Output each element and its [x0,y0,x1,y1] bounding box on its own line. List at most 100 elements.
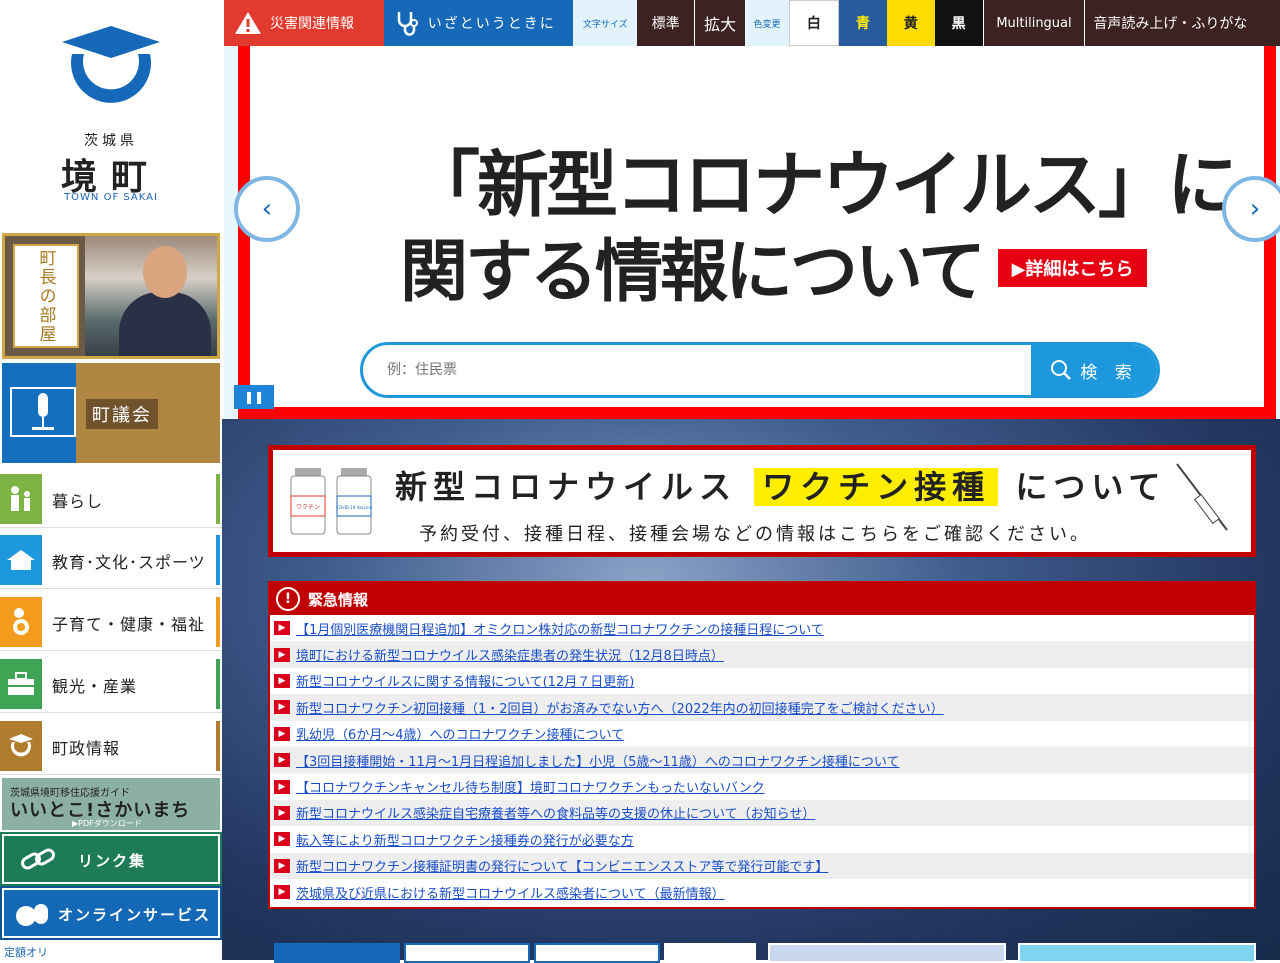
list-item: ▶ 【コロナワクチンキャンセル待ち制度】境町コロナワクチンもったいないバンク [270,773,1254,799]
chain-link-icon [21,848,55,870]
multilingual-button[interactable]: Multilingual [982,0,1085,46]
urgent-link[interactable]: 【3回目接種開始・11月～1月日程追加しました】小児（5歳〜11歳）へのコロナワ… [296,751,900,770]
disaster-info-button[interactable]: 災害関連情報 [224,0,384,46]
site-search: 検 索 [360,342,1160,398]
chevron-right-icon: › [1249,194,1261,224]
prefecture-name: 茨城県 [84,133,138,149]
nav-living-label: 暮らし [52,492,104,511]
town-logo[interactable]: 茨城県 境町 TOWN OF SAKAI [0,0,222,225]
color-yellow-button[interactable]: 黄 [886,0,935,46]
font-standard-button[interactable]: 標準 [637,0,696,46]
urgent-link[interactable]: 乳幼児（6か月〜4歳）へのコロナワクチン接種について [296,724,624,743]
arrow-right-icon: ▶ [274,647,290,662]
font-enlarge-button[interactable]: 拡大 [695,0,746,46]
arrow-right-icon: ▶ [274,779,290,794]
slider-pause-button[interactable]: ❚❚ [234,385,274,409]
urgent-link[interactable]: 新型コロナウイルス感染症自宅療養者等への食料品等の支援の休止について（お知らせ） [296,803,815,822]
color-white-button[interactable]: 白 [788,0,839,46]
chevron-left-icon: ‹ [261,194,273,224]
urgent-link[interactable]: 転入等により新型コロナワクチン接種券の発行が必要な方 [296,830,634,849]
council-banner[interactable]: 町議会 [2,363,220,463]
urgent-header: ! 緊急情報 [270,583,1254,615]
nav-government-label: 町政情報 [52,739,121,758]
nav-education[interactable]: 教育･文化･スポーツ [0,531,222,589]
links-button[interactable]: リンク集 [2,834,220,884]
search-button[interactable]: 検 索 [1031,345,1157,395]
list-item: ▶ 新型コロナワクチン接種証明書の発行について【コンビニエンスストア等で発行可能で… [270,852,1254,879]
vaccine-vials-icon: ワクチン COVID-19 Vaccine [290,468,373,535]
stethoscope-icon [397,12,418,36]
urgent-info-panel: ! 緊急情報 ▶ 【1月個別医療機関日程追加】オミクロン株対応の新型コロナワクチン… [268,581,1256,909]
sidebar-bottom-link[interactable]: 定額オリ [4,944,48,960]
voice-reading-button[interactable]: 音声読み上げ・ふりがな [1084,0,1280,46]
urgent-link[interactable]: 新型コロナウイルスに関する情報について(12月７日更新) [296,671,634,690]
nav-tourism-label: 観光・産業 [52,677,138,696]
online-service-button[interactable]: オンラインサービス [2,888,220,938]
slide-detail-button[interactable]: ▶詳細はこちら [998,249,1147,287]
mother-child-icon [0,597,42,647]
online-service-label: オンラインサービス [58,906,212,924]
urgent-list: ▶ 【1月個別医療機関日程追加】オミクロン株対応の新型コロナワクチンの接種日程につ… [270,615,1254,905]
disaster-info-label: 災害関連情報 [270,16,354,32]
vaccine-title-highlight: ワクチン接種 [754,468,999,506]
color-blue-button[interactable]: 青 [838,0,887,46]
vial1-label: ワクチン [296,504,320,511]
search-button-label: 検 索 [1080,362,1138,383]
nav-childcare-label: 子育て・健康・福祉 [52,615,206,634]
bottom-tile[interactable] [534,943,660,963]
bottom-tile[interactable] [274,943,400,963]
bottom-tile[interactable] [1018,943,1256,963]
left-column: 茨城県 境町 TOWN OF SAKAI 町長の部屋 町議会 暮らし 教育･文化… [0,0,222,960]
arrow-right-icon: ▶ [274,858,290,873]
arrow-right-icon: ▶ [274,726,290,741]
pause-icon: ❚❚ [243,390,265,404]
exclamation-icon: ! [276,587,300,611]
nav-tourism[interactable]: 観光・産業 [0,655,222,713]
bottom-tile[interactable] [664,943,756,963]
bottom-tile[interactable] [768,943,1006,963]
list-item: ▶ 【1月個別医療機関日程追加】オミクロン株対応の新型コロナワクチンの接種日程につ… [270,615,1254,641]
emergency-button[interactable]: いざというときに [383,0,574,46]
vaccine-title-b: について [1015,468,1167,506]
arrow-right-icon: ▶ [274,621,290,636]
list-item: ▶ 茨城県及び近県における新型コロナウイルス感染者について（最新情報） [270,879,1254,905]
vial2-label: COVID-19 Vaccine [336,505,373,510]
nav-living[interactable]: 暮らし [0,470,222,528]
arrow-right-icon: ▶ [274,805,290,820]
list-item: ▶ 新型コロナウイルス感染症自宅療養者等への食料品等の支援の休止について（お知らせ… [270,799,1254,827]
search-icon [1051,360,1072,380]
warning-icon [235,12,261,34]
list-item: ▶ 【3回目接種開始・11月～1月日程追加しました】小児（5歳〜11歳）へのコロナ… [270,746,1254,774]
color-black-button[interactable]: 黒 [934,0,983,46]
microphone-icon [10,387,76,437]
town-emblem-small-icon [0,721,42,771]
mayor-photo [85,236,217,356]
urgent-link[interactable]: 【コロナワクチンキャンセル待ち制度】境町コロナワクチンもったいないバンク [296,777,765,796]
urgent-link[interactable]: 新型コロナワクチン初回接種（1・2回目）がお済みでない方へ（2022年内の初回接… [296,698,944,717]
syringe-icon [1176,463,1228,531]
vaccine-banner[interactable]: ワクチン COVID-19 Vaccine 新型コロナウイルス ワクチン接種 に… [268,445,1256,557]
urgent-link[interactable]: 【1月個別医療機関日程追加】オミクロン株対応の新型コロナワクチンの接種日程につい… [296,619,824,638]
council-label: 町議会 [86,399,158,429]
nav-childcare[interactable]: 子育て・健康・福祉 [0,593,222,651]
nav-government[interactable]: 町政情報 [0,717,222,775]
relocation-guide-banner[interactable]: 茨城県境町移住応援ガイド いいとこ!さかいまち ▶PDFダウンロード [2,778,220,830]
bottom-tile[interactable] [404,943,530,963]
mayor-room-banner[interactable]: 町長の部屋 [2,233,220,359]
vaccine-subtitle: 予約受付、接種日程、接種会場などの情報はこちらをご確認ください。 [419,524,1091,545]
slider-prev-button[interactable]: ‹ [234,176,300,242]
urgent-link[interactable]: 境町における新型コロナウイルス感染症患者の発生状況（12月8日時点） [296,645,724,664]
urgent-title: 緊急情報 [308,590,369,609]
list-item: ▶ 乳幼児（6か月〜4歳）へのコロナワクチン接種について [270,721,1254,747]
nav-education-label: 教育･文化･スポーツ [52,553,206,572]
slider-next-button[interactable]: › [1222,176,1280,242]
school-icon [0,535,42,585]
main-content: ワクチン COVID-19 Vaccine 新型コロナウイルス ワクチン接種 に… [222,419,1280,963]
slide-headline-2: 関する情報について [400,233,986,312]
urgent-link[interactable]: 新型コロナワクチン接種証明書の発行について【コンビニエンスストア等で発行可能です… [296,856,828,875]
urgent-link[interactable]: 茨城県及び近県における新型コロナウイルス感染者について（最新情報） [296,883,725,902]
briefcase-icon [0,659,42,709]
vaccine-title: 新型コロナウイルス ワクチン接種 について [395,462,1166,508]
search-input[interactable] [385,345,1025,395]
arrow-right-icon: ▶ [274,885,290,900]
